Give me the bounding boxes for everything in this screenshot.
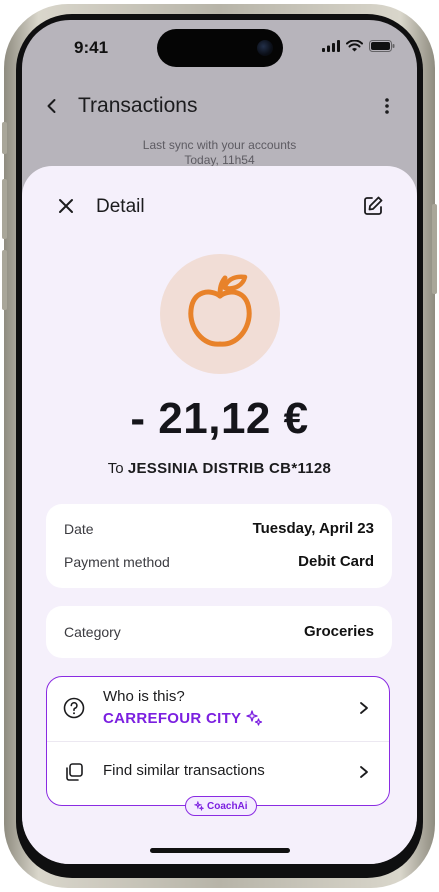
power-button (432, 204, 437, 294)
date-label: Date (64, 521, 94, 537)
battery-icon (369, 40, 395, 52)
volume-down-button (2, 250, 7, 310)
edit-icon[interactable] (362, 195, 384, 217)
identified-merchant[interactable]: CARREFOUR CITY (103, 709, 263, 727)
camera-icon (257, 40, 273, 56)
app-header: Transactions (22, 90, 417, 126)
category-label: Category (64, 624, 121, 640)
date-value: Tuesday, April 23 (252, 520, 374, 537)
category-card[interactable]: Category Groceries (46, 606, 392, 658)
chevron-right-icon[interactable] (357, 700, 371, 716)
home-indicator (150, 848, 290, 853)
identified-merchant-name: CARREFOUR CITY (103, 709, 242, 727)
payment-method-row: Payment method Debit Card (46, 545, 392, 579)
page-title: Transactions (78, 94, 198, 117)
dynamic-island (157, 29, 283, 67)
payment-method-value: Debit Card (298, 553, 374, 570)
sheet-title: Detail (96, 196, 145, 217)
info-card: Date Tuesday, April 23 Payment method De… (46, 504, 392, 588)
transaction-amount: - 21,12 € (130, 394, 309, 443)
wifi-icon (346, 40, 363, 52)
merchant-prefix: To (107, 460, 124, 477)
category-row[interactable]: Category Groceries (46, 615, 392, 649)
sync-info: Last sync with your accounts Today, 11h5… (22, 138, 417, 168)
similar-transactions-icon (66, 763, 83, 781)
merchant-name: JESSINIA DISTRIB CB*1128 (127, 460, 332, 477)
back-arrow-icon[interactable] (42, 96, 62, 116)
apple-icon (188, 274, 252, 347)
coach-ai-card: Who is this? CARREFOUR CITY Find similar… (46, 676, 390, 816)
date-row: Date Tuesday, April 23 (46, 512, 392, 546)
who-is-this-label[interactable]: Who is this? (103, 688, 185, 705)
detail-sheet: Detail - 21,12 € To JESSINIA DISTRIB CB*… (22, 166, 417, 864)
sparkle-icon (194, 801, 204, 811)
screen: 9:41 Transactions Last sync with your ac… (22, 20, 417, 864)
volume-up-button (2, 179, 7, 239)
signal-icon (322, 40, 340, 52)
category-value: Groceries (303, 623, 374, 640)
coach-ai-badge: CoachAi (185, 796, 257, 816)
divider (47, 741, 389, 742)
find-similar-button[interactable]: Find similar transactions (103, 762, 265, 779)
sync-label: Last sync with your accounts (142, 138, 297, 152)
silent-switch (2, 122, 7, 154)
payment-method-label: Payment method (64, 554, 170, 570)
category-avatar (160, 254, 280, 374)
question-icon (63, 697, 85, 719)
status-icons (322, 40, 395, 52)
merchant-line: To JESSINIA DISTRIB CB*1128 (22, 460, 417, 477)
close-icon[interactable] (56, 196, 76, 216)
sparkle-icon (246, 710, 263, 726)
more-options-icon[interactable] (377, 96, 397, 116)
coach-ai-badge-label: CoachAi (207, 800, 248, 812)
status-time: 9:41 (74, 38, 109, 57)
chevron-right-icon[interactable] (357, 764, 371, 780)
